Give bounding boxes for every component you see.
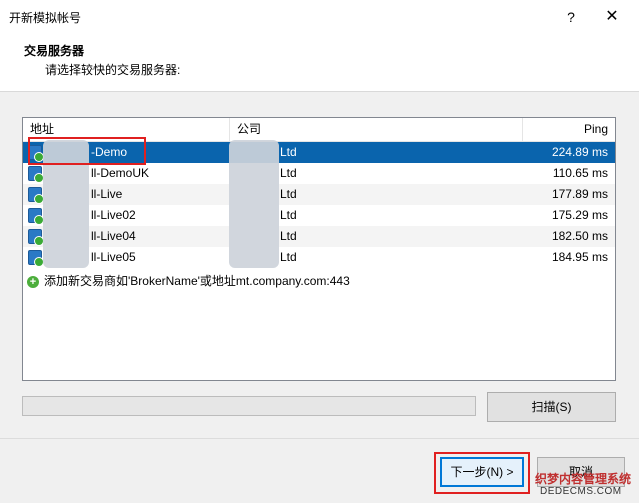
server-icon	[28, 250, 44, 267]
server-ping: 184.95 ms	[551, 250, 608, 264]
add-broker-link[interactable]: + 添加新交易商如'BrokerName'或地址mt.company.com:44…	[27, 272, 350, 290]
table-row[interactable]: ll-Live04 Ltd 182.50 ms	[23, 226, 615, 247]
server-icon	[28, 166, 44, 183]
scan-progress-bar	[22, 396, 476, 416]
server-ping: 182.50 ms	[551, 229, 608, 243]
column-company[interactable]: 公司	[230, 118, 523, 141]
table-row[interactable]: ll-Live Ltd 177.89 ms	[23, 184, 615, 205]
add-broker-text: 添加新交易商如'BrokerName'或地址mt.company.com:443	[44, 274, 350, 288]
table-row[interactable]: ll-DemoUK Ltd 110.65 ms	[23, 163, 615, 184]
watermark-domain: DEDECMS.COM	[540, 486, 622, 497]
server-ping: 175.29 ms	[551, 208, 608, 222]
server-ping: 224.89 ms	[551, 145, 608, 159]
server-company: Ltd	[280, 208, 297, 222]
table-row[interactable]: ll-Live05 Ltd 184.95 ms	[23, 247, 615, 268]
server-company: Ltd	[280, 229, 297, 243]
wizard-header: 交易服务器 请选择较快的交易服务器:	[0, 34, 639, 92]
close-button[interactable]: ✕	[597, 5, 627, 29]
table-row[interactable]: ll-Live02 Ltd 175.29 ms	[23, 205, 615, 226]
server-icon	[28, 208, 44, 225]
title-bar: 开新模拟帐号 ? ✕	[0, 0, 639, 35]
window-title: 开新模拟帐号	[9, 11, 82, 25]
add-icon: +	[27, 275, 39, 288]
watermark-text: 织梦内容管理系统	[535, 472, 632, 486]
server-icon	[28, 187, 44, 204]
header-title: 交易服务器	[24, 44, 85, 58]
help-button[interactable]: ?	[556, 5, 586, 29]
server-company: Ltd	[280, 250, 297, 264]
header-subtitle: 请选择较快的交易服务器:	[45, 63, 181, 77]
server-ping: 177.89 ms	[551, 187, 608, 201]
highlight-box	[28, 137, 146, 165]
server-company: Ltd	[280, 145, 297, 159]
server-ping: 110.65 ms	[552, 166, 608, 180]
server-icon	[28, 229, 44, 246]
column-ping[interactable]: Ping	[523, 118, 615, 141]
server-company: Ltd	[280, 187, 297, 201]
redaction-blur	[229, 140, 279, 268]
footer-divider	[0, 438, 639, 439]
server-company: Ltd	[280, 166, 297, 180]
scan-button[interactable]: 扫描(S)	[487, 392, 616, 422]
highlight-box	[434, 452, 530, 494]
